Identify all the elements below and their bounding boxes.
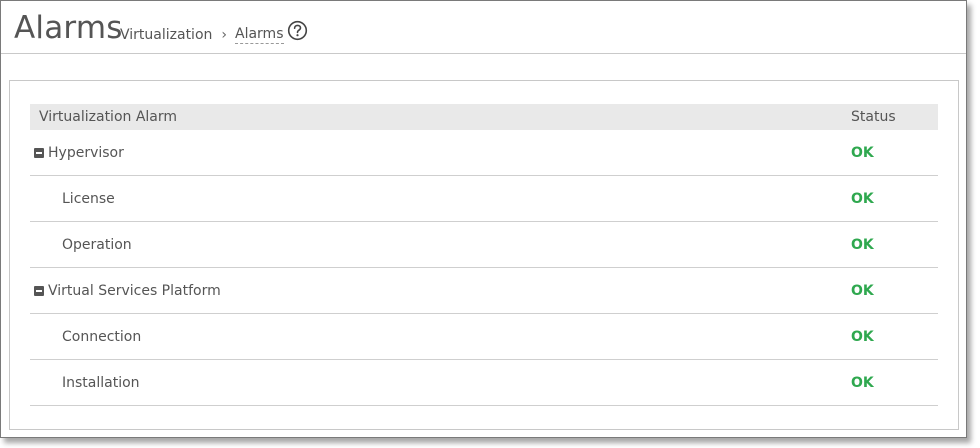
collapse-icon[interactable] — [34, 147, 44, 158]
status-badge: OK — [851, 144, 874, 161]
alarm-name: Installation — [62, 374, 140, 391]
breadcrumb-virtualization-link[interactable]: Virtualization — [120, 27, 212, 43]
status-badge: OK — [851, 282, 874, 299]
table-row-operation: Operation OK — [30, 222, 938, 268]
table-row-license: License OK — [30, 176, 938, 222]
column-header-status: Status — [851, 109, 896, 125]
collapse-icon[interactable] — [34, 285, 44, 296]
alarm-name: Virtual Services Platform — [48, 282, 221, 299]
table-header: Virtualization Alarm Status — [30, 104, 938, 130]
alarms-window: Alarms Virtualization › Alarms Virtualiz… — [0, 0, 967, 438]
alarm-name: Hypervisor — [48, 144, 124, 161]
alarms-panel: Virtualization Alarm Status Hypervisor O… — [9, 80, 959, 430]
table-row-hypervisor: Hypervisor OK — [30, 130, 938, 176]
table-row-connection: Connection OK — [30, 314, 938, 360]
breadcrumb: Virtualization › Alarms — [120, 26, 284, 44]
alarm-name: Connection — [62, 328, 142, 345]
help-circle-icon[interactable] — [287, 20, 308, 41]
table-row-virtual-services-platform: Virtual Services Platform OK — [30, 268, 938, 314]
alarms-table: Virtualization Alarm Status Hypervisor O… — [30, 104, 938, 406]
alarm-name: License — [62, 190, 115, 207]
page-title: Alarms — [14, 10, 123, 46]
page-header: Alarms Virtualization › Alarms — [1, 1, 966, 54]
column-header-alarm: Virtualization Alarm — [39, 109, 178, 125]
status-badge: OK — [851, 190, 874, 207]
status-badge: OK — [851, 374, 874, 391]
breadcrumb-separator: › — [221, 27, 227, 43]
table-row-installation: Installation OK — [30, 360, 938, 406]
breadcrumb-current-alarms[interactable]: Alarms — [235, 26, 284, 44]
alarm-name: Operation — [62, 236, 132, 253]
status-badge: OK — [851, 236, 874, 253]
status-badge: OK — [851, 328, 874, 345]
